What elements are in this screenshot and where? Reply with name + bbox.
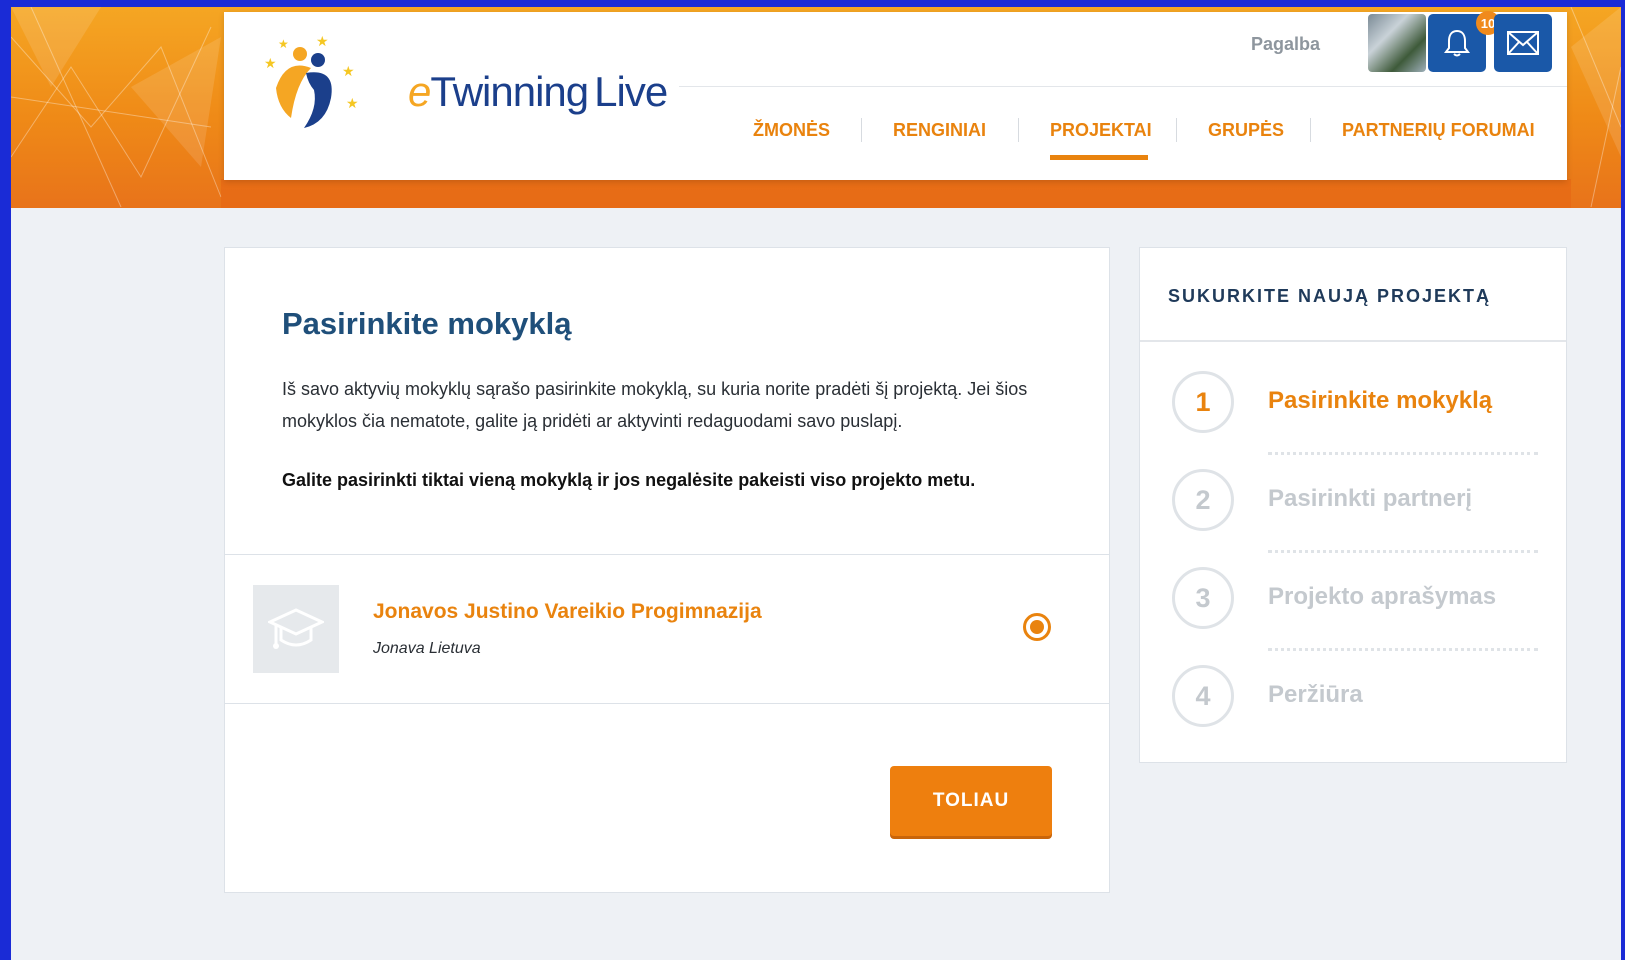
svg-text:★: ★ xyxy=(342,63,355,79)
nav-active-indicator xyxy=(1050,155,1148,160)
create-project-steps: SUKURKITE NAUJĄ PROJEKTĄ 1 Pasirinkite m… xyxy=(1139,247,1567,763)
messages-button[interactable] xyxy=(1494,14,1552,72)
step-2-number: 2 xyxy=(1172,469,1234,531)
step-1-label: Pasirinkite mokyklą xyxy=(1268,387,1493,414)
header: ★ ★ ★ ★ ★ eTwinning Live Pagalba 10 ŽMONĖ… xyxy=(224,11,1567,180)
step-4-label: Peržiūra xyxy=(1268,681,1363,708)
bell-icon xyxy=(1444,29,1470,57)
school-location: Jonava Lietuva xyxy=(373,640,481,657)
section-divider xyxy=(225,554,1109,555)
school-thumbnail xyxy=(253,585,339,673)
nav-separator xyxy=(1018,118,1019,142)
school-selection-card: Pasirinkite mokyklą Iš savo aktyvių moky… xyxy=(224,247,1110,893)
graduation-cap-icon xyxy=(268,608,324,649)
window-frame-top xyxy=(0,0,1625,7)
etwinning-logo[interactable]: ★ ★ ★ ★ ★ eTwinning Live xyxy=(256,28,668,138)
logo-wordmark: eTwinning Live xyxy=(408,68,668,115)
nav-projektai[interactable]: PROJEKTAI xyxy=(1050,120,1152,141)
step-separator xyxy=(1268,452,1538,455)
warning-note: Galite pasirinkti tiktai vieną mokyklą i… xyxy=(282,470,976,490)
school-name-link[interactable]: Jonavos Justino Vareikio Progimnazija xyxy=(373,600,762,624)
svg-text:★: ★ xyxy=(346,95,359,111)
nav-separator xyxy=(1176,118,1177,142)
next-button[interactable]: TOLIAU xyxy=(890,766,1052,836)
svg-text:★: ★ xyxy=(264,55,277,71)
radio-selected-dot xyxy=(1030,620,1044,634)
nav-partneriu-forumai[interactable]: PARTNERIŲ FORUMAI xyxy=(1342,120,1535,141)
envelope-icon xyxy=(1507,31,1539,55)
svg-text:★: ★ xyxy=(278,37,289,51)
header-divider xyxy=(679,86,1567,87)
nav-separator xyxy=(1310,118,1311,142)
step-1-number: 1 xyxy=(1172,371,1234,433)
steps-title: SUKURKITE NAUJĄ PROJEKTĄ xyxy=(1168,286,1492,306)
section-divider xyxy=(225,703,1109,704)
step-3-number: 3 xyxy=(1172,567,1234,629)
nav-separator xyxy=(861,118,862,142)
school-select-radio[interactable] xyxy=(1023,613,1051,641)
step-3-label: Projekto aprašymas xyxy=(1268,583,1497,610)
nav-grupes[interactable]: GRUPĖS xyxy=(1208,120,1284,141)
instructions-text: Iš savo aktyvių mokyklų sąrašo pasirinki… xyxy=(282,379,1028,431)
window-frame-left xyxy=(0,0,11,960)
step-separator xyxy=(1268,648,1538,651)
step-separator xyxy=(1268,550,1538,553)
page-title: Pasirinkite mokyklą xyxy=(282,306,572,341)
steps-title-divider xyxy=(1140,340,1566,342)
window-frame-right xyxy=(1621,0,1625,960)
user-avatar[interactable] xyxy=(1368,14,1426,72)
step-2-label: Pasirinkti partnerį xyxy=(1268,485,1473,512)
step-4-number: 4 xyxy=(1172,665,1234,727)
etwinning-figure-icon: ★ ★ ★ ★ ★ xyxy=(264,33,359,128)
nav-renginiai[interactable]: RENGINIAI xyxy=(893,120,986,141)
help-link[interactable]: Pagalba xyxy=(1251,34,1320,55)
svg-text:★: ★ xyxy=(316,33,329,49)
nav-zmones[interactable]: ŽMONĖS xyxy=(753,120,830,141)
